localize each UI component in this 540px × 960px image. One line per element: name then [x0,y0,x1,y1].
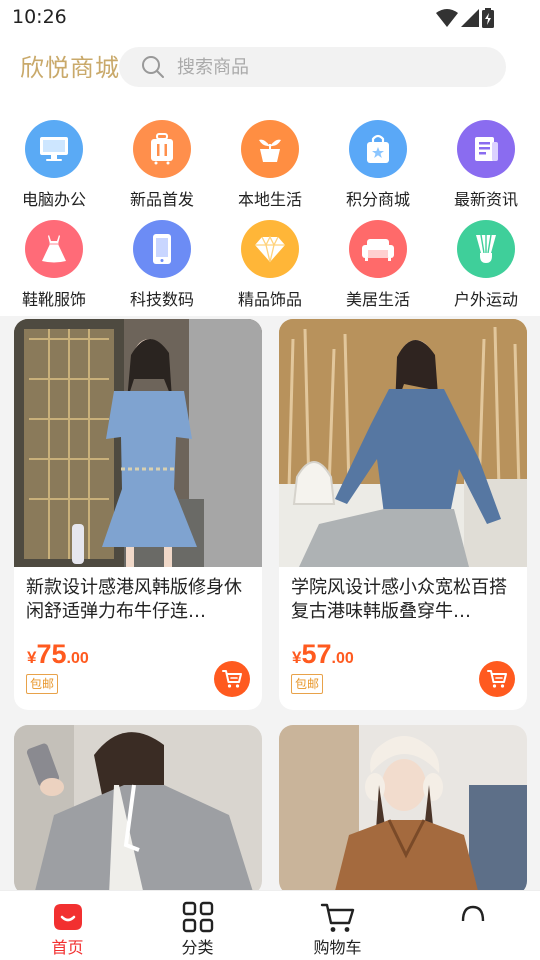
cart-icon [320,903,354,932]
diamond-icon [255,235,285,263]
nav-item-home[interactable]: 首页 [0,891,135,960]
category-icon-circle [241,120,299,178]
news-icon [475,137,498,161]
category-item-latest-news[interactable]: 最新资讯 [432,98,540,209]
category-icon-circle [133,120,191,178]
category-label: 户外运动 [453,290,518,309]
home-icon [53,904,82,930]
shopping-bag-icon [367,134,389,163]
app-logo: 欣悦商城 [20,54,120,82]
product-price: ¥57.00 [292,639,354,670]
product-image[interactable] [279,319,527,567]
suitcase-icon [151,133,173,165]
category-item-computer-office[interactable]: 电脑办公 [0,98,108,209]
category-icon-circle [133,220,191,278]
status-bar: 10:26 [0,0,540,36]
bottom-nav: 首页 分类 购物车 [0,890,540,960]
price-integer: 57 [301,639,332,669]
nav-item-category[interactable]: 分类 [130,891,265,960]
category-icon-circle [25,120,83,178]
sofa-icon [362,239,394,261]
user-icon [461,905,484,922]
product-title[interactable]: 学院风设计感小众宽松百搭复古港味韩版叠穿牛… [291,576,517,624]
category-icon-circle [349,220,407,278]
search-input[interactable] [177,47,477,87]
nav-label: 购物车 [313,938,362,957]
cart-icon [222,670,242,688]
dress-icon [42,235,66,263]
wifi-icon [436,9,458,27]
search-icon [142,56,164,78]
product-card[interactable] [279,725,527,895]
category-item-jewelry[interactable]: 精品饰品 [216,198,324,309]
phone-icon [153,234,171,264]
price-decimal: .00 [331,650,354,667]
product-title[interactable]: 新款设计感港风韩版修身休闲舒适弹力布牛仔连… [26,576,252,624]
free-shipping-badge: 包邮 [291,674,324,694]
price-decimal: .00 [66,650,89,667]
category-icon-circle [25,220,83,278]
product-image[interactable] [14,319,262,567]
product-image[interactable] [14,725,262,895]
product-price: ¥75.00 [27,639,89,670]
product-card[interactable]: 新款设计感港风韩版修身休闲舒适弹力布牛仔连… ¥75.00 包邮 [14,319,262,710]
battery-icon [482,8,494,28]
category-label: 鞋靴服饰 [21,290,86,309]
category-item-points-mall[interactable]: 积分商城 [324,98,432,209]
category-label: 科技数码 [129,290,194,309]
category-icon-circle [457,220,515,278]
category-item-new-arrivals[interactable]: 新品首发 [108,98,216,209]
nav-label: 分类 [181,938,214,957]
category-item-tech-digital[interactable]: 科技数码 [108,198,216,309]
nav-item-profile[interactable] [405,891,540,960]
header: 欣悦商城 [0,36,540,98]
signal-icon [461,9,479,27]
product-card[interactable]: 学院风设计感小众宽松百搭复古港味韩版叠穿牛… ¥57.00 包邮 [279,319,527,710]
status-icons [436,8,500,28]
category-label: 美居生活 [345,290,410,309]
product-card[interactable] [14,725,262,895]
product-image[interactable] [279,725,527,895]
add-to-cart-button[interactable] [214,661,250,697]
badminton-icon [476,234,496,263]
cart-icon [487,670,507,688]
price-integer: 75 [36,639,67,669]
nav-item-cart[interactable]: 购物车 [270,891,405,960]
category-label: 精品饰品 [237,290,302,309]
status-time: 10:26 [12,6,67,28]
category-icon-circle [349,120,407,178]
category-grid: 电脑办公 新品首发 本地生活 积分商城 最新资讯 鞋靴服饰 科技数码 精品饰品 … [0,98,540,316]
category-icon-circle [241,220,299,278]
free-shipping-badge: 包邮 [26,674,59,694]
add-to-cart-button[interactable] [479,661,515,697]
category-item-outdoor-sports[interactable]: 户外运动 [432,198,540,309]
monitor-icon [40,137,68,161]
plant-pot-icon [259,139,281,162]
category-item-shoes-apparel[interactable]: 鞋靴服饰 [0,198,108,309]
category-icon-circle [457,120,515,178]
category-item-local-life[interactable]: 本地生活 [216,98,324,209]
nav-label: 首页 [51,938,84,957]
category-item-home-living[interactable]: 美居生活 [324,198,432,309]
search-bar[interactable] [119,47,506,87]
grid-icon [182,901,213,933]
